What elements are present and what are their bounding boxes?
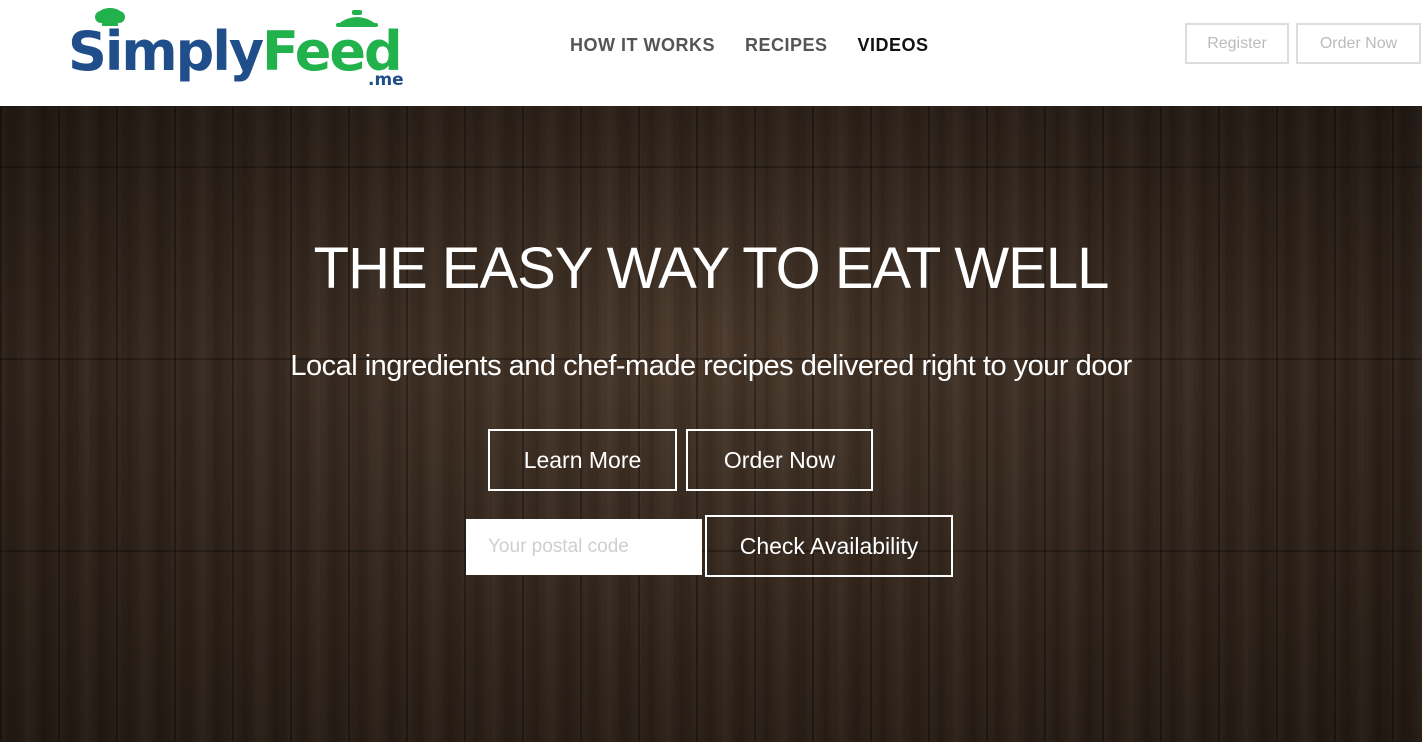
nav-recipes[interactable]: RECIPES bbox=[745, 33, 828, 57]
check-availability-button[interactable]: Check Availability bbox=[705, 515, 953, 577]
header-order-now-button[interactable]: Order Now bbox=[1296, 23, 1421, 64]
hero-subtitle: Local ingredients and chef-made recipes … bbox=[290, 350, 1132, 382]
hero-order-now-button[interactable]: Order Now bbox=[686, 429, 873, 491]
site-header: SimplyFeed .me HOW IT WORKS RECIPES VIDE… bbox=[0, 0, 1422, 106]
simplyfeed-logo[interactable]: SimplyFeed .me bbox=[68, 6, 404, 94]
nav-how-it-works[interactable]: HOW IT WORKS bbox=[570, 33, 715, 57]
hero-title: THE EASY WAY TO EAT WELL bbox=[313, 236, 1110, 301]
main-nav: HOW IT WORKS RECIPES VIDEOS bbox=[570, 33, 929, 57]
nav-videos[interactable]: VIDEOS bbox=[858, 33, 929, 57]
logo-suffix: .me bbox=[368, 70, 404, 90]
hero-background-wood bbox=[0, 106, 1422, 742]
postal-code-input[interactable] bbox=[466, 519, 702, 575]
logo-simply: Simply bbox=[68, 20, 264, 83]
learn-more-button[interactable]: Learn More bbox=[488, 429, 677, 491]
logo-wordmark: SimplyFeed bbox=[68, 20, 403, 84]
hero-section: THE EASY WAY TO EAT WELL Local ingredien… bbox=[0, 106, 1422, 742]
register-button[interactable]: Register bbox=[1185, 23, 1289, 64]
